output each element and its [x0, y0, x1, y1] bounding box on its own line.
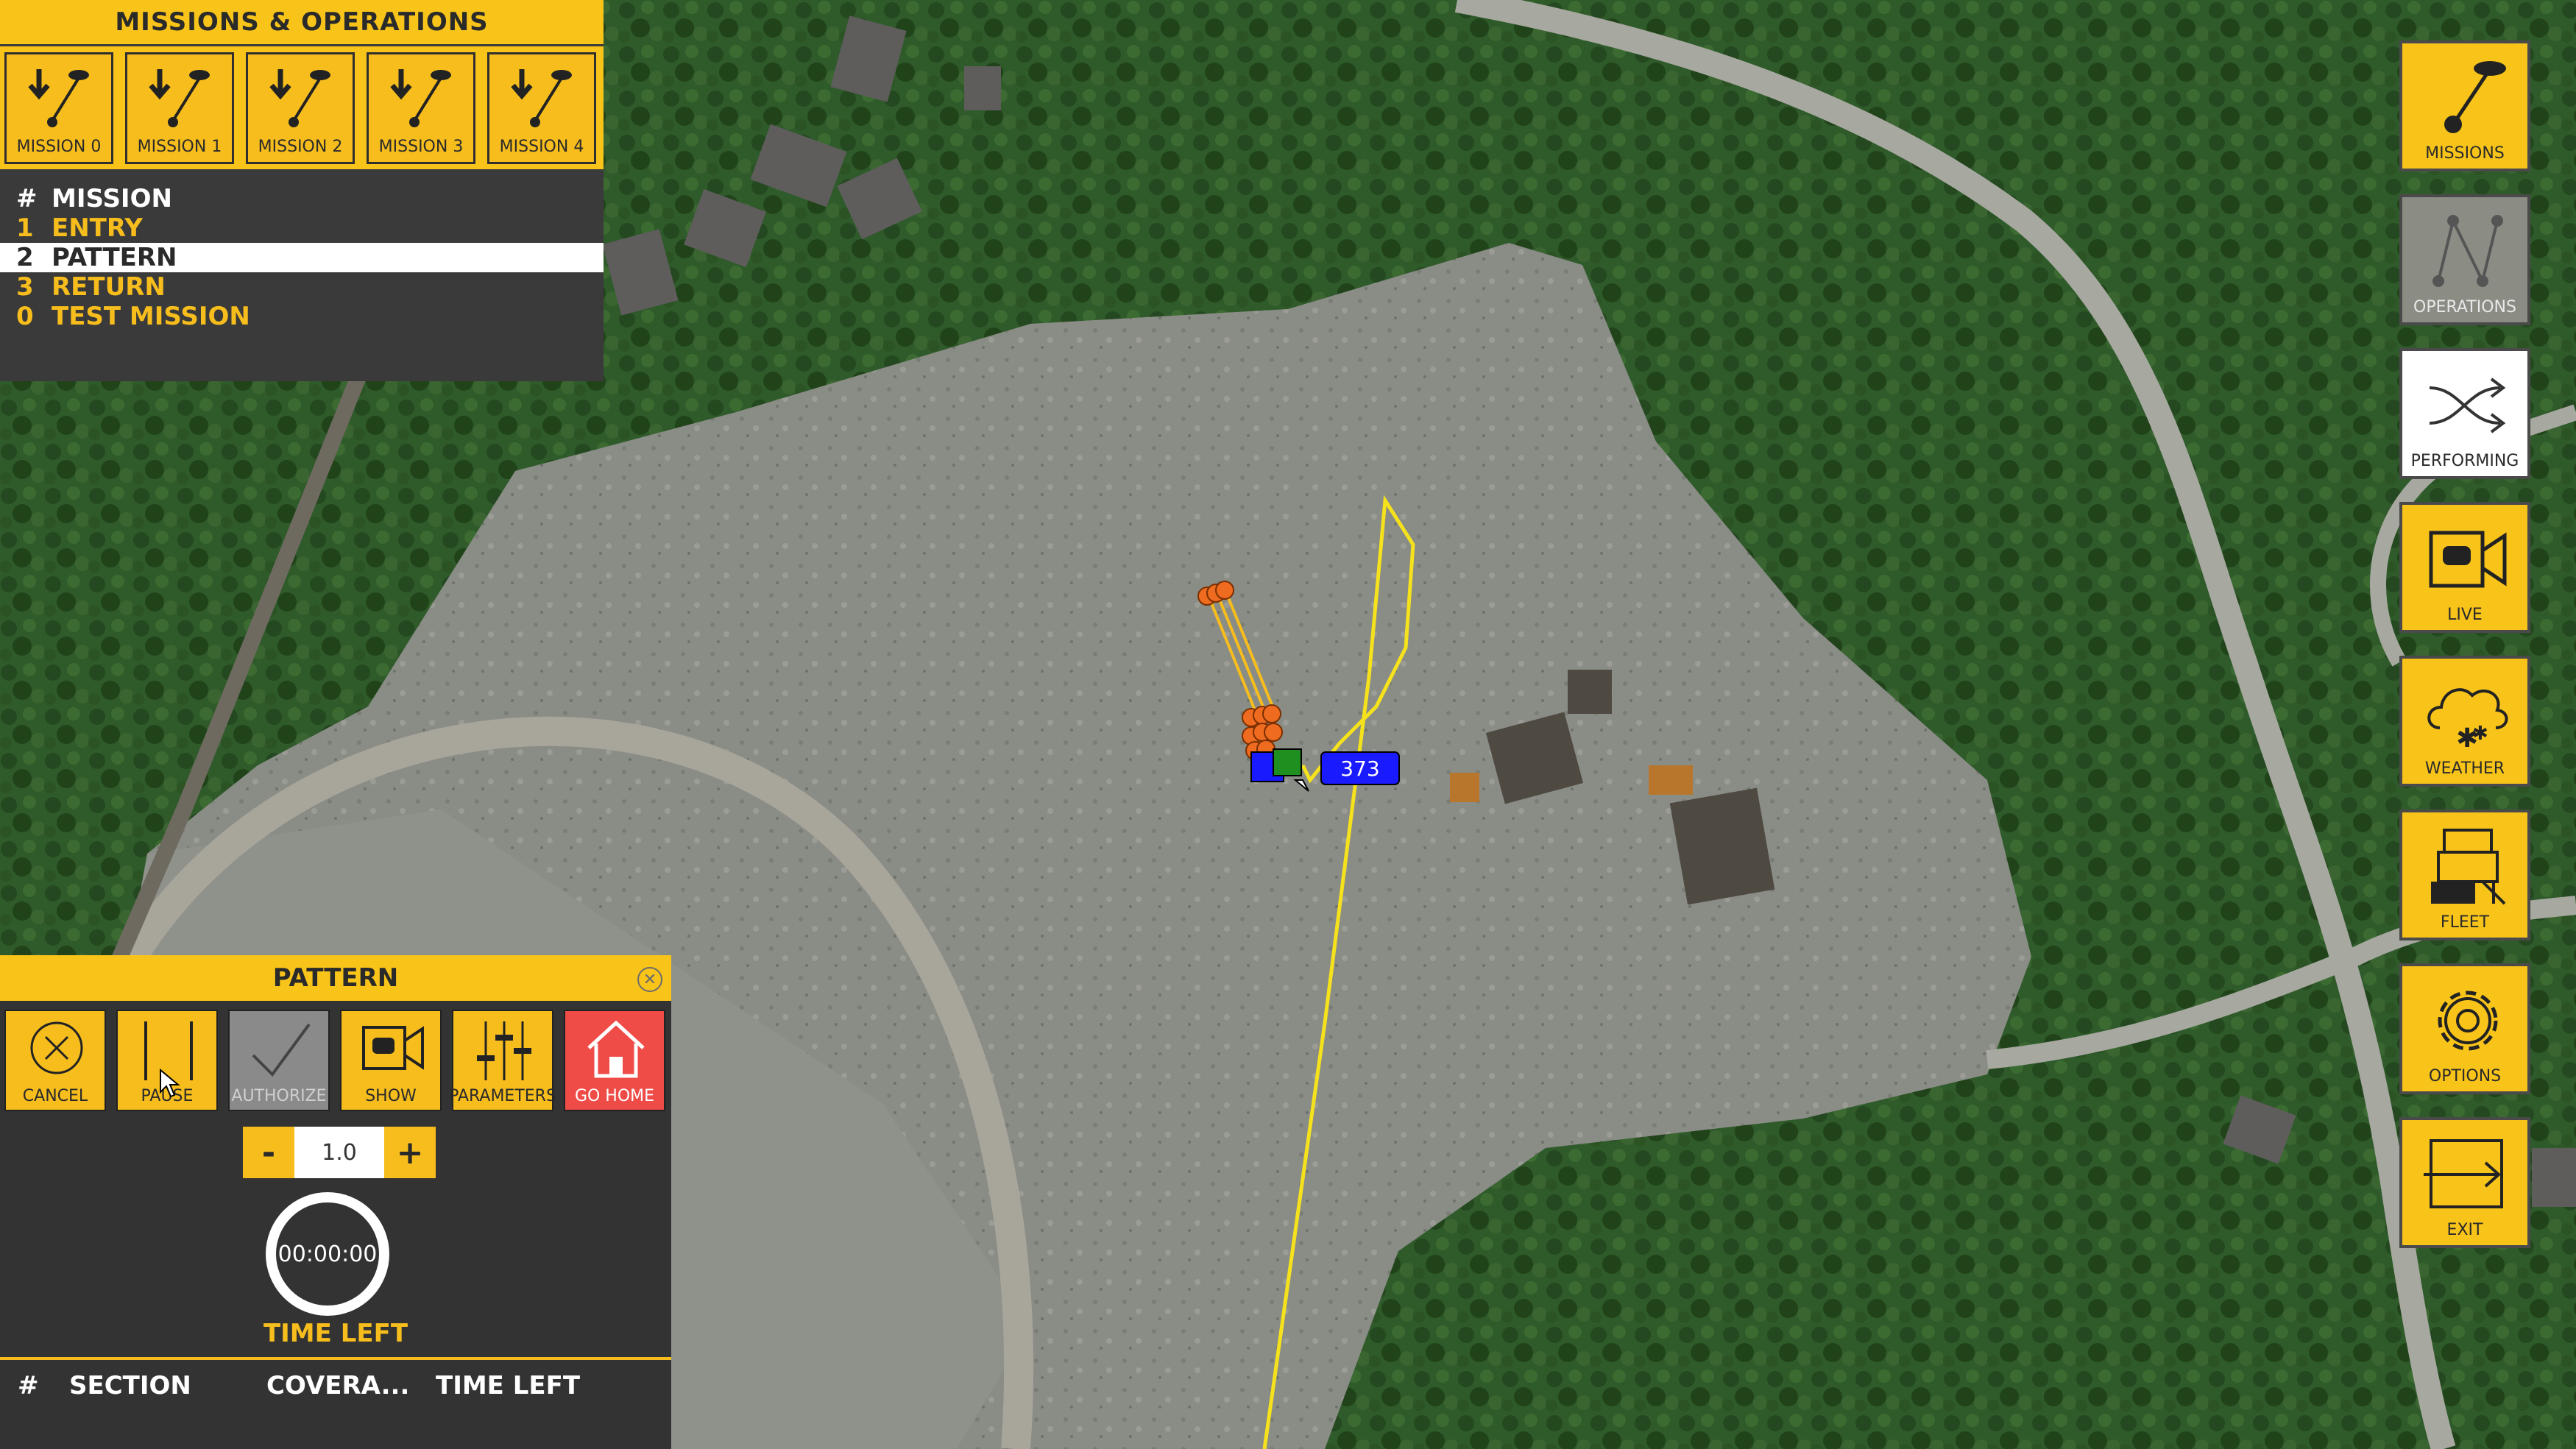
mission-row-test-mission[interactable]: 0 TEST MISSION — [0, 302, 604, 331]
mission-button-row: MISSION 0 MISSION 1 MISSION 2 MISSION 3 … — [0, 44, 604, 174]
mission-row-pattern[interactable]: 2 PATTERN — [0, 243, 604, 272]
weather-button[interactable]: ✱ ✱ WEATHER — [2399, 656, 2530, 787]
authorize-button[interactable]: AUTHORIZE — [228, 1010, 330, 1111]
mouse-cursor-icon — [160, 1069, 180, 1098]
mission-table-header: # MISSION — [0, 184, 604, 213]
mission-4-button[interactable]: MISSION 4 — [487, 52, 596, 164]
home-icon — [587, 1020, 645, 1078]
options-button[interactable]: OPTIONS — [2399, 963, 2530, 1094]
gear-icon — [2438, 991, 2498, 1051]
rail-label: WEATHER — [2424, 759, 2505, 778]
drone-label: 373 — [1340, 757, 1379, 781]
mission-path-icon — [390, 69, 451, 127]
tool-label: AUTHORIZE — [231, 1087, 327, 1105]
mission-row-name: ENTRY — [52, 213, 143, 243]
increment-button[interactable]: + — [384, 1127, 436, 1178]
decrement-button[interactable]: - — [243, 1127, 294, 1178]
exit-icon — [2424, 1139, 2503, 1208]
mission-path-icon — [269, 69, 330, 127]
rail-label: EXIT — [2446, 1221, 2483, 1239]
mission-row-name: RETURN — [52, 272, 166, 302]
pattern-title: PATTERN — [272, 963, 399, 993]
rail-label: LIVE — [2447, 606, 2483, 624]
section-table-header: # SECTION COVERA... TIME LEFT — [0, 1367, 671, 1404]
rail-label: OPERATIONS — [2413, 298, 2516, 316]
rail-label: OPTIONS — [2428, 1067, 2502, 1085]
sliders-icon — [477, 1021, 531, 1080]
fleet-icon — [2431, 829, 2506, 905]
live-button[interactable]: LIVE — [2399, 502, 2530, 633]
column-header-num: # — [18, 1371, 39, 1400]
mission-button-label: MISSION 1 — [137, 138, 222, 156]
missions-button[interactable]: MISSIONS — [2399, 40, 2530, 171]
svg-text:✱: ✱ — [2472, 723, 2488, 745]
panel-title: MISSIONS & OPERATIONS — [0, 0, 604, 44]
countdown-timer: 00:00:00 — [266, 1192, 389, 1316]
show-button[interactable]: SHOW — [340, 1010, 442, 1111]
missions-operations-panel: MISSIONS & OPERATIONS MISSION 0 MISSION … — [0, 0, 604, 381]
pattern-panel: PATTERN ✕ CANCEL PAUSE AUTHORIZE SHOW PA… — [0, 955, 671, 1449]
mission-row-return[interactable]: 3 RETURN — [0, 272, 604, 302]
mission-table: # MISSION 1 ENTRY 2 PATTERN 3 RETURN 0 T… — [0, 174, 604, 331]
mission-path-icon — [28, 69, 89, 127]
performing-button[interactable]: PERFORMING — [2399, 348, 2530, 479]
time-left-label: TIME LEFT — [263, 1319, 408, 1348]
tool-label: PARAMETERS — [449, 1087, 556, 1105]
exit-button[interactable]: EXIT — [2399, 1117, 2530, 1248]
checkmark-icon — [252, 1023, 311, 1077]
tool-label: GO HOME — [574, 1087, 655, 1105]
column-header-mission: MISSION — [52, 184, 172, 213]
video-camera-icon — [2429, 531, 2507, 588]
mission-row-num: 2 — [16, 243, 34, 272]
stepper-value[interactable]: 1.0 — [294, 1127, 384, 1178]
divider — [0, 1357, 671, 1360]
mission-button-label: MISSION 2 — [258, 138, 343, 156]
mission-0-button[interactable]: MISSION 0 — [4, 52, 113, 164]
mission-2-button[interactable]: MISSION 2 — [246, 52, 355, 164]
mission-row-entry[interactable]: 1 ENTRY — [0, 213, 604, 243]
mission-row-name: TEST MISSION — [52, 302, 250, 331]
shuffle-icon — [2429, 378, 2506, 433]
column-header-num: # — [16, 184, 38, 213]
mission-path-icon — [149, 69, 210, 127]
parameters-button[interactable]: PARAMETERS — [449, 1010, 556, 1111]
cancel-button[interactable]: CANCEL — [4, 1010, 106, 1111]
tool-label: SHOW — [365, 1087, 417, 1105]
video-camera-icon — [362, 1026, 424, 1070]
operations-path-icon — [2432, 215, 2503, 287]
fleet-button[interactable]: FLEET — [2399, 809, 2530, 940]
speed-stepper: - 1.0 + — [243, 1127, 436, 1178]
mission-path-icon — [511, 69, 572, 127]
column-header-time-left[interactable]: TIME LEFT — [436, 1371, 580, 1400]
mission-row-num: 1 — [16, 213, 34, 243]
go-home-button[interactable]: GO HOME — [564, 1010, 665, 1111]
pattern-header: PATTERN ✕ — [0, 955, 671, 1001]
mission-3-button[interactable]: MISSION 3 — [367, 52, 475, 164]
tool-rail: MISSIONS OPERATIONS PERFORMING LIVE ✱ ✱ W… — [2399, 40, 2533, 1271]
mission-path-icon — [2444, 61, 2506, 133]
mission-button-label: MISSION 0 — [16, 138, 102, 156]
pattern-toolbar: CANCEL PAUSE AUTHORIZE SHOW PARAMETERS G… — [0, 1001, 671, 1111]
close-icon[interactable]: ✕ — [637, 967, 662, 992]
mission-row-num: 0 — [16, 302, 34, 331]
operations-button[interactable]: OPERATIONS — [2399, 194, 2530, 325]
column-header-coverage[interactable]: COVERA... — [266, 1371, 409, 1400]
rail-label: FLEET — [2440, 913, 2490, 932]
tool-label: CANCEL — [22, 1087, 88, 1105]
rail-label: PERFORMING — [2410, 452, 2519, 470]
mission-row-name: PATTERN — [52, 243, 177, 272]
column-header-section[interactable]: SECTION — [69, 1371, 191, 1400]
mission-button-label: MISSION 4 — [499, 138, 584, 156]
cancel-circle-icon — [30, 1021, 83, 1074]
rail-label: MISSIONS — [2425, 144, 2505, 163]
mission-row-num: 3 — [16, 272, 34, 302]
mission-button-label: MISSION 3 — [378, 138, 464, 156]
cloud-snow-icon: ✱✱ — [2427, 688, 2508, 754]
mission-1-button[interactable]: MISSION 1 — [125, 52, 234, 164]
home-marker[interactable] — [1273, 748, 1302, 776]
